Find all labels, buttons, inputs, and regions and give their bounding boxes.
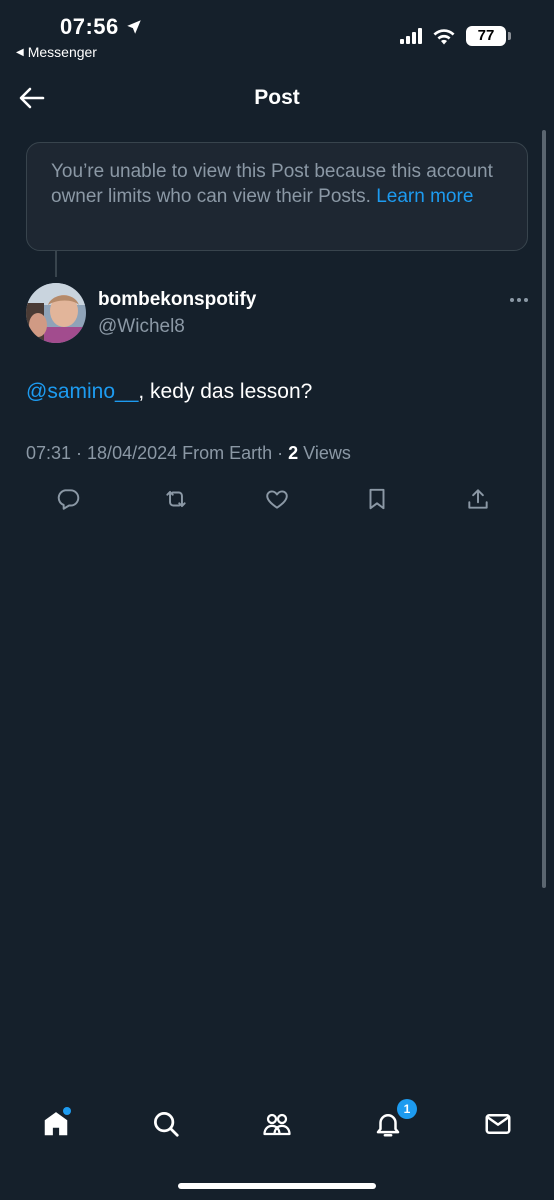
nav-notifications[interactable]: 1 <box>370 1099 417 1142</box>
back-app-label: Messenger <box>27 44 97 60</box>
notifications-badge: 1 <box>397 1099 417 1119</box>
bookmark-button[interactable] <box>361 483 393 515</box>
nav-search[interactable] <box>148 1106 184 1142</box>
status-icons: 77 <box>400 26 511 46</box>
restricted-post-notice: You’re unable to view this Post because … <box>26 142 528 251</box>
bottom-nav: 1 <box>0 1094 554 1154</box>
like-button[interactable] <box>261 483 293 515</box>
status-time-text: 07:56 <box>60 14 119 39</box>
post-text-body: , kedy das lesson? <box>138 380 313 403</box>
share-icon <box>468 489 488 509</box>
post-timestamp: 07:31 · 18/04/2024 From Earth · <box>26 443 289 463</box>
views-count[interactable]: 2 <box>288 443 298 463</box>
thread-connector-line <box>55 251 57 277</box>
avatar[interactable] <box>26 283 86 343</box>
mention-link[interactable]: @samino__ <box>26 380 138 403</box>
home-unread-dot <box>63 1107 71 1115</box>
nav-home[interactable] <box>38 1106 74 1142</box>
post-actions <box>52 483 512 515</box>
status-time: 07:56 <box>60 14 143 40</box>
avatar-image <box>26 283 86 343</box>
home-indicator <box>178 1183 376 1189</box>
back-to-app-link[interactable]: ◀ Messenger <box>16 44 97 60</box>
status-bar: 07:56 ◀ Messenger 77 <box>0 0 554 70</box>
reply-button[interactable] <box>52 483 84 515</box>
back-triangle-icon: ◀ <box>16 46 24 58</box>
share-button[interactable] <box>462 483 494 515</box>
author-handle[interactable]: @Wichel8 <box>98 316 185 338</box>
bookmark-icon <box>369 488 385 510</box>
views-label: Views <box>298 443 351 463</box>
top-header: Post <box>0 70 554 126</box>
nav-communities[interactable] <box>259 1106 295 1142</box>
reply-icon <box>57 489 80 510</box>
battery-level: 77 <box>477 27 495 44</box>
messages-icon <box>485 1114 511 1134</box>
learn-more-link[interactable]: Learn more <box>376 186 473 207</box>
post-meta: 07:31 · 18/04/2024 From Earth · 2 Views <box>26 443 351 464</box>
author-name[interactable]: bombekonspotify <box>98 289 256 311</box>
page-title: Post <box>254 86 300 109</box>
more-icon[interactable] <box>510 292 528 308</box>
signal-icon <box>400 28 422 44</box>
wifi-icon <box>433 29 455 45</box>
location-arrow-icon <box>127 20 141 34</box>
search-icon <box>154 1112 179 1137</box>
scrollbar[interactable] <box>542 130 546 888</box>
post-text: @samino__, kedy das lesson? <box>26 380 312 404</box>
communities-icon <box>263 1113 291 1136</box>
like-icon <box>266 490 288 509</box>
repost-button[interactable] <box>160 483 192 515</box>
battery-icon: 77 <box>466 26 511 46</box>
nav-messages[interactable] <box>480 1106 516 1142</box>
repost-icon <box>166 490 186 508</box>
